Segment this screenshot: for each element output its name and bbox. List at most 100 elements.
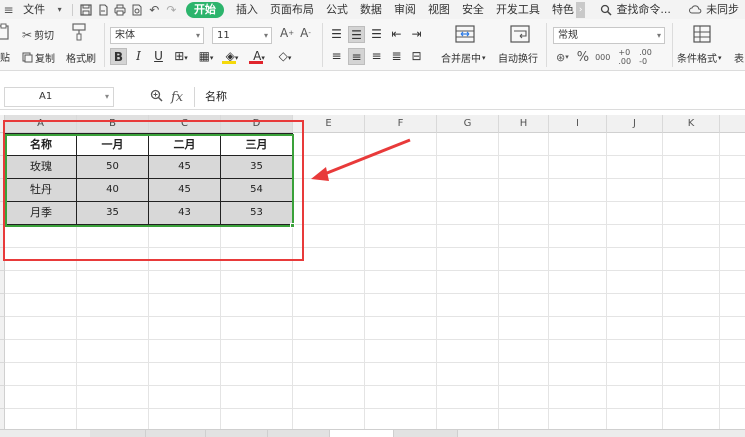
grid-cell[interactable]: [437, 271, 499, 294]
grid-cell[interactable]: [293, 294, 365, 317]
grid-cell[interactable]: [607, 340, 663, 363]
column-header-f[interactable]: F: [365, 115, 437, 133]
grid-cell[interactable]: [549, 271, 607, 294]
cut-button[interactable]: ✂ 剪切: [22, 27, 54, 43]
grid-cell[interactable]: [607, 363, 663, 386]
grid-cell[interactable]: [221, 340, 293, 363]
grid-cell[interactable]: [549, 340, 607, 363]
grid-cell[interactable]: [5, 340, 77, 363]
grid-cell[interactable]: [499, 271, 549, 294]
table-cell[interactable]: 45: [149, 179, 221, 202]
column-header-k[interactable]: K: [663, 115, 720, 133]
grid-cell[interactable]: [663, 156, 720, 179]
grid-cell[interactable]: [365, 156, 437, 179]
grid-cell[interactable]: [293, 340, 365, 363]
distribute-icon[interactable]: ⊟: [408, 48, 425, 65]
grid-cell[interactable]: [499, 248, 549, 271]
grid-cell[interactable]: [365, 409, 437, 429]
wrap-text-label[interactable]: 自动换行: [498, 50, 538, 65]
grid-cell[interactable]: [607, 248, 663, 271]
grid-cell[interactable]: [607, 317, 663, 340]
grid-cell[interactable]: [663, 386, 720, 409]
redo-icon[interactable]: ↷: [165, 3, 178, 17]
grid-cell[interactable]: [221, 317, 293, 340]
grid-cell[interactable]: [499, 294, 549, 317]
column-header-h[interactable]: H: [499, 115, 549, 133]
font-name-select[interactable]: 宋体 ▾: [110, 27, 204, 44]
grid-cell[interactable]: [720, 156, 745, 179]
conditional-format-label[interactable]: 条件格式 ▾: [677, 50, 722, 66]
grid-cell[interactable]: [437, 294, 499, 317]
grid-cell[interactable]: [293, 248, 365, 271]
grid-cell[interactable]: [77, 363, 149, 386]
grid-cell[interactable]: [5, 409, 77, 429]
column-header-i[interactable]: I: [549, 115, 607, 133]
fill-style-icon[interactable]: ▦▾: [195, 48, 217, 65]
grid-cell[interactable]: [437, 156, 499, 179]
align-middle-icon[interactable]: ☰: [348, 26, 365, 43]
grid-cell[interactable]: [720, 363, 745, 386]
grid-cell[interactable]: [720, 271, 745, 294]
column-header-c[interactable]: C: [149, 115, 221, 133]
grid-cell[interactable]: [221, 225, 293, 248]
grid-cell[interactable]: [720, 340, 745, 363]
fill-handle[interactable]: [290, 223, 295, 228]
grid-cell[interactable]: [499, 225, 549, 248]
table-header-cell[interactable]: 一月: [77, 133, 149, 156]
zoom-icon[interactable]: [150, 89, 163, 106]
grid-cell[interactable]: [499, 386, 549, 409]
grid-cell[interactable]: [365, 363, 437, 386]
increase-font-icon[interactable]: A +: [280, 26, 294, 40]
grid-cell[interactable]: [720, 133, 745, 156]
tab-start[interactable]: 开始: [185, 1, 224, 18]
align-right-icon[interactable]: ≡: [368, 48, 385, 65]
export-pdf-icon[interactable]: [96, 3, 109, 17]
grid-cell[interactable]: [549, 386, 607, 409]
grid-cell[interactable]: [149, 409, 221, 429]
grid-cell[interactable]: [607, 133, 663, 156]
sheet-tab[interactable]: [394, 430, 458, 437]
grid-cell[interactable]: [437, 248, 499, 271]
increase-decimal-icon[interactable]: +0.00: [618, 48, 631, 66]
grid-cell[interactable]: [720, 294, 745, 317]
align-bottom-icon[interactable]: ☰: [368, 26, 385, 43]
align-top-icon[interactable]: ☰: [328, 26, 345, 43]
tab-page-layout[interactable]: 页面布局: [264, 0, 320, 19]
grid-cell[interactable]: [663, 179, 720, 202]
justify-icon[interactable]: ≣: [388, 48, 405, 65]
column-header-overflow[interactable]: [720, 115, 745, 133]
align-center-icon[interactable]: ≡: [348, 48, 365, 65]
table-header-cell[interactable]: 二月: [149, 133, 221, 156]
grid-cell[interactable]: [663, 409, 720, 429]
grid-cell[interactable]: [663, 363, 720, 386]
print-icon[interactable]: [113, 3, 126, 17]
grid-cell[interactable]: [549, 248, 607, 271]
grid-cell[interactable]: [549, 225, 607, 248]
table-header-cell[interactable]: 名称: [5, 133, 77, 156]
italic-icon[interactable]: I: [130, 48, 147, 65]
grid-cell[interactable]: [149, 248, 221, 271]
name-box[interactable]: A1 ▾: [4, 87, 114, 107]
tab-view[interactable]: 视图: [422, 0, 456, 19]
tab-review[interactable]: 审阅: [388, 0, 422, 19]
grid-cell[interactable]: [663, 271, 720, 294]
grid-cell[interactable]: [77, 386, 149, 409]
grid-cell[interactable]: [149, 340, 221, 363]
grid-cell[interactable]: [77, 225, 149, 248]
search-command[interactable]: 查找命令...: [614, 0, 677, 19]
grid-cell[interactable]: [499, 409, 549, 429]
table-cell[interactable]: 月季: [5, 202, 77, 225]
tab-special[interactable]: 特色: [546, 0, 574, 19]
grid-cell[interactable]: [365, 340, 437, 363]
merge-center-label[interactable]: 合并居中 ▾: [441, 50, 486, 66]
undo-icon[interactable]: ↶: [148, 3, 161, 17]
grid-cell[interactable]: [437, 363, 499, 386]
grid-cell[interactable]: [293, 317, 365, 340]
grid-cell[interactable]: [221, 409, 293, 429]
grid-cell[interactable]: [720, 202, 745, 225]
decrease-font-icon[interactable]: A-: [300, 26, 311, 40]
grid-cell[interactable]: [365, 294, 437, 317]
grid-cell[interactable]: [607, 225, 663, 248]
grid-cell[interactable]: [663, 294, 720, 317]
column-header-d[interactable]: D: [221, 115, 293, 133]
